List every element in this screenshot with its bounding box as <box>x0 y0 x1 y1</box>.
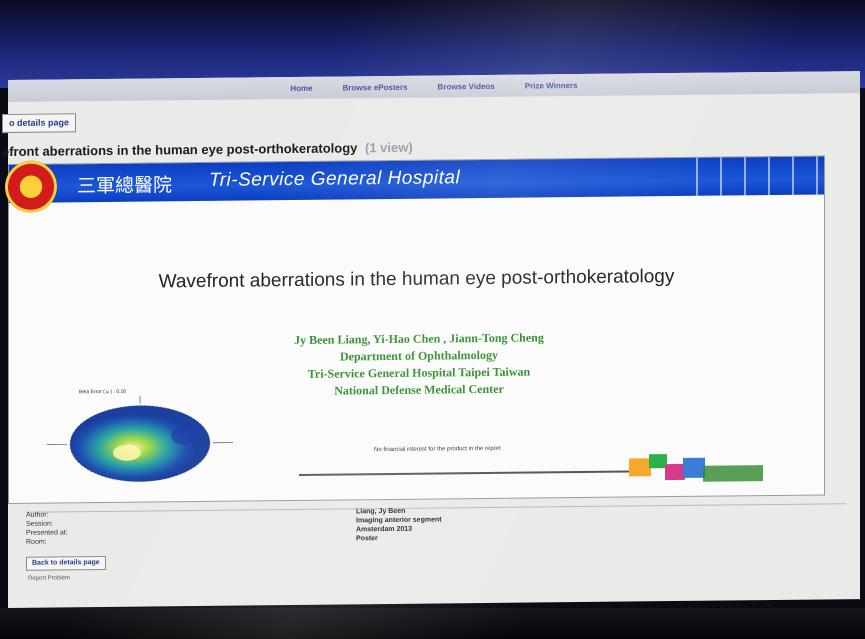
poster-title: Wavefront aberrations in the human eye p… <box>158 266 675 293</box>
metadata-key: Room: <box>26 538 47 546</box>
poster-authors: Jy Been Liang, Yi-Hao Chen , Jiann-Tong … <box>169 328 669 401</box>
nav-browse-eposters[interactable]: Browse ePosters <box>343 82 408 92</box>
metadata-key: Presented at: <box>26 529 68 537</box>
report-problem-link[interactable]: Report Problem <box>28 575 70 581</box>
poster-header-banner: 三軍總醫院 Tri-Service General Hospital <box>9 156 824 203</box>
banner-decoration <box>674 156 824 197</box>
nav-home[interactable]: Home <box>290 83 312 92</box>
monitor-bezel-bottom <box>0 608 865 639</box>
wavefront-map-label: Beta Error ( μ ) : 0.16 <box>79 388 127 396</box>
page-title: efront aberrations in the human eye post… <box>2 140 413 159</box>
nav-browse-videos[interactable]: Browse Videos <box>438 81 495 91</box>
metadata-value: Amsterdam 2013 <box>356 525 413 534</box>
view-count: (1 view) <box>365 139 413 156</box>
browser-viewport: Home Browse ePosters Browse Videos Prize… <box>2 71 860 608</box>
back-to-details-button[interactable]: Back to details page <box>26 555 106 571</box>
poster-divider <box>299 470 629 476</box>
metadata-value: Liang, Jy Been <box>356 507 406 516</box>
metadata-value: Poster <box>356 535 378 543</box>
hospital-name-english: Tri-Service General Hospital <box>209 167 461 191</box>
metadata-value: Imaging anterior segment <box>356 516 442 525</box>
eposter-image: 三軍總醫院 Tri-Service General Hospital Wavef… <box>5 155 825 504</box>
metadata-key: Session: <box>26 520 53 528</box>
hospital-logo <box>5 160 57 214</box>
hospital-name-chinese: 三軍總醫院 <box>77 174 173 198</box>
eposter-metadata: Author: Liang, Jy Been Session: Imaging … <box>26 503 846 547</box>
eposter-title: efront aberrations in the human eye post… <box>2 140 358 160</box>
metadata-key: Author: <box>26 511 49 519</box>
back-to-details-button-top[interactable]: o details page <box>2 113 77 134</box>
nav-prize-winners[interactable]: Prize Winners <box>525 81 578 91</box>
financial-disclaimer: No financial interest for the product in… <box>374 445 501 454</box>
sponsor-logo <box>629 454 763 482</box>
wavefront-map-figure <box>47 395 233 482</box>
